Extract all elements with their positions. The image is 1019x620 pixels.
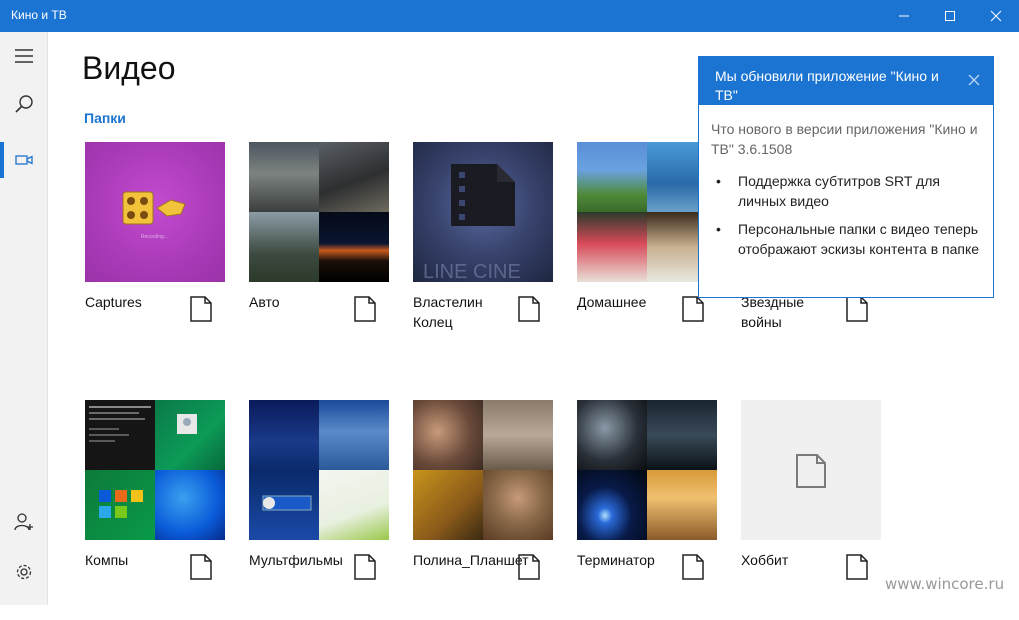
account-button[interactable] [0, 498, 48, 546]
folder-thumbnail [413, 400, 553, 540]
close-icon[interactable] [967, 73, 981, 87]
notification-header: Мы обновили приложение "Кино и ТВ" [699, 57, 993, 105]
notification-title: Мы обновили приложение "Кино и ТВ" [715, 68, 939, 103]
nav-videos[interactable] [0, 136, 48, 184]
folder-thumbnail [249, 400, 389, 540]
notification-body: Что нового в версии приложения "Кино и Т… [711, 121, 978, 157]
folder-icon [846, 554, 868, 580]
folder-icon [190, 296, 212, 322]
watermark: www.wincore.ru [885, 575, 1005, 593]
folder-name: Властелин Колец [413, 294, 483, 330]
minimize-icon [899, 15, 909, 17]
folder-thumbnail [85, 400, 225, 540]
folder-tile-terminator[interactable]: Терминатор [577, 400, 742, 620]
gear-icon [16, 564, 32, 580]
folder-tile-captures[interactable]: Recording... Captures [85, 142, 250, 362]
title-bar: Кино и ТВ [0, 0, 1019, 32]
folder-icon [518, 296, 540, 322]
captures-logo-icon: Recording... [122, 191, 186, 240]
feature-item: Персональные папки с видео теперь отобра… [711, 219, 981, 259]
folder-name: Captures [85, 294, 142, 310]
bios-screen-icon [89, 406, 151, 442]
close-icon [990, 10, 1002, 22]
folder-thumbnail: LINE CINE [413, 142, 553, 282]
maximize-button[interactable] [927, 0, 973, 32]
search-icon [15, 95, 33, 113]
update-notification: Мы обновили приложение "Кино и ТВ" Что н… [698, 56, 994, 298]
folder-tile-lotr[interactable]: LINE CINE Властелин Колец [413, 142, 578, 362]
svg-text:Recording...: Recording... [141, 234, 168, 240]
folder-tile-cartoons[interactable]: Мультфильмы [249, 400, 414, 620]
folder-icon [354, 296, 376, 322]
folder-thumbnail-placeholder [741, 400, 881, 540]
video-camera-icon [15, 155, 33, 165]
account-add-icon [14, 513, 33, 531]
folder-tile-hobbit[interactable]: Хоббит [741, 400, 906, 620]
folder-name: Терминатор [577, 552, 655, 568]
folder-tile-polina-tablet[interactable]: Полина_Планшет [413, 400, 578, 620]
close-button[interactable] [973, 0, 1019, 32]
svg-text:LINE CINE: LINE CINE [423, 261, 521, 282]
folder-name: Звездные войны [741, 294, 805, 330]
empty-folder-icon [796, 454, 826, 488]
user-avatar-icon [177, 414, 197, 434]
folder-thumbnail [577, 142, 717, 282]
studio-logo-icon [262, 495, 312, 511]
hamburger-menu-icon [15, 49, 33, 63]
folder-thumbnail: Recording... [85, 142, 225, 282]
feature-item: Поддержка субтитров SRT для личных видео [711, 171, 981, 211]
search-button[interactable] [0, 80, 48, 128]
video-file-icon: LINE CINE [423, 164, 521, 282]
folder-thumbnail [249, 142, 389, 282]
navigation-pane [0, 32, 48, 605]
notification-feature-list: Поддержка субтитров SRT для личных видео… [711, 171, 981, 267]
folder-name: Домашнее [577, 294, 647, 310]
hamburger-menu-button[interactable] [0, 32, 48, 80]
folder-name: Мультфильмы [249, 552, 343, 568]
section-header-folders: Папки [84, 110, 126, 126]
folder-tile-auto[interactable]: Авто [249, 142, 414, 362]
folder-icon [518, 554, 540, 580]
folder-icon [682, 296, 704, 322]
folder-icon [682, 554, 704, 580]
page-title: Видео [82, 50, 176, 86]
folder-icon [846, 296, 868, 322]
folder-name: Компы [85, 552, 129, 568]
folder-name: Авто [249, 294, 280, 310]
folder-tile-computers[interactable]: Компы [85, 400, 250, 620]
maximize-icon [945, 11, 955, 21]
folder-thumbnail [577, 400, 717, 540]
folder-name: Хоббит [741, 552, 789, 568]
window-title: Кино и ТВ [11, 8, 67, 22]
folder-icon [190, 554, 212, 580]
start-tiles-icon [99, 490, 143, 518]
folder-icon [354, 554, 376, 580]
settings-button[interactable] [0, 548, 48, 596]
minimize-button[interactable] [881, 0, 927, 32]
folder-name: Полина_Планшет [413, 552, 529, 568]
